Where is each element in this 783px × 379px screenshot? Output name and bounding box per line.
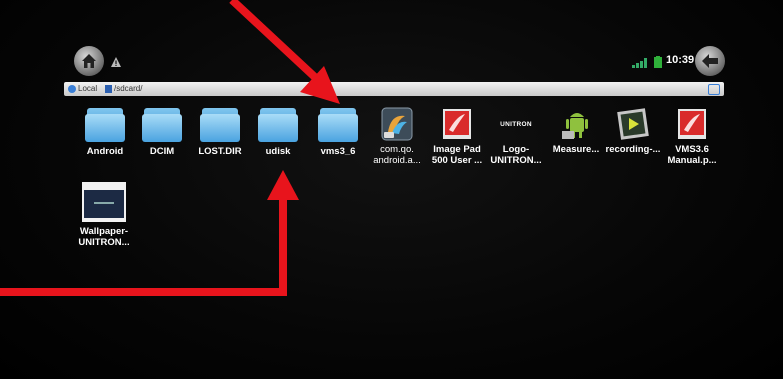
file-item-android[interactable]: Android — [73, 108, 137, 157]
back-icon[interactable] — [695, 46, 725, 76]
file-label: Measure... — [552, 144, 600, 155]
file-item-logo-unitron[interactable]: UNITRON Logo- UNITRON... — [484, 106, 548, 167]
image-thumbnail-icon: UNITRON — [498, 106, 534, 142]
file-label: DCIM — [149, 146, 175, 157]
file-label: Image Pad 500 User ... — [431, 144, 483, 166]
file-item-udisk[interactable]: udisk — [246, 108, 310, 157]
folder-icon — [142, 108, 182, 142]
clock: 10:39 — [666, 54, 695, 66]
file-item-lost-dir[interactable]: LOST.DIR — [188, 108, 252, 157]
file-label: Logo- UNITRON... — [490, 144, 542, 166]
file-label: vms3_6 — [320, 146, 356, 157]
pdf-icon — [674, 106, 710, 142]
menu-icon[interactable] — [708, 84, 720, 95]
current-path[interactable]: /sdcard/ — [114, 84, 142, 93]
file-label: LOST.DIR — [198, 146, 242, 157]
folder-icon — [258, 108, 298, 142]
pdf-icon — [439, 106, 475, 142]
file-item-image-pad-pdf[interactable]: Image Pad 500 User ... — [425, 106, 489, 166]
folder-icon — [200, 108, 240, 142]
file-item-vms-manual-pdf[interactable]: VMS3.6 Manual.p... — [660, 106, 724, 166]
file-label: com.qo. android.a... — [373, 144, 421, 166]
file-item-measure[interactable]: Measure... — [544, 106, 608, 155]
image-thumbnail-icon — [82, 180, 126, 224]
file-label: Android — [86, 146, 124, 157]
file-item-wallpaper-unitron[interactable]: Wallpaper- UNITRON... — [72, 180, 136, 248]
signal-icon — [632, 58, 647, 68]
home-icon[interactable] — [74, 46, 104, 76]
file-label: udisk — [265, 146, 291, 157]
file-label: Wallpaper- UNITRON... — [78, 226, 130, 248]
android-app-icon — [558, 106, 594, 142]
file-label: VMS3.6 Manual.p... — [667, 144, 717, 166]
apk-icon — [379, 106, 415, 142]
file-item-apk[interactable]: com.qo. android.a... — [365, 106, 429, 166]
battery-icon — [654, 56, 662, 68]
video-icon — [615, 106, 651, 142]
globe-icon — [68, 85, 76, 93]
thumbnail-text: UNITRON — [500, 120, 532, 128]
location-label[interactable]: Local — [78, 84, 97, 93]
sdcard-icon — [105, 85, 112, 93]
folder-icon — [318, 108, 358, 142]
tablet-screen: 10:39 Local /sdcard/ Android DCIM LOST.D… — [0, 0, 783, 379]
file-item-recording[interactable]: recording-... — [601, 106, 665, 155]
folder-icon — [85, 108, 125, 142]
path-bar: Local /sdcard/ — [64, 82, 724, 96]
warning-icon — [111, 57, 121, 67]
file-label: recording-... — [605, 144, 661, 155]
file-item-dcim[interactable]: DCIM — [130, 108, 194, 157]
file-item-vms3-6[interactable]: vms3_6 — [306, 108, 370, 157]
